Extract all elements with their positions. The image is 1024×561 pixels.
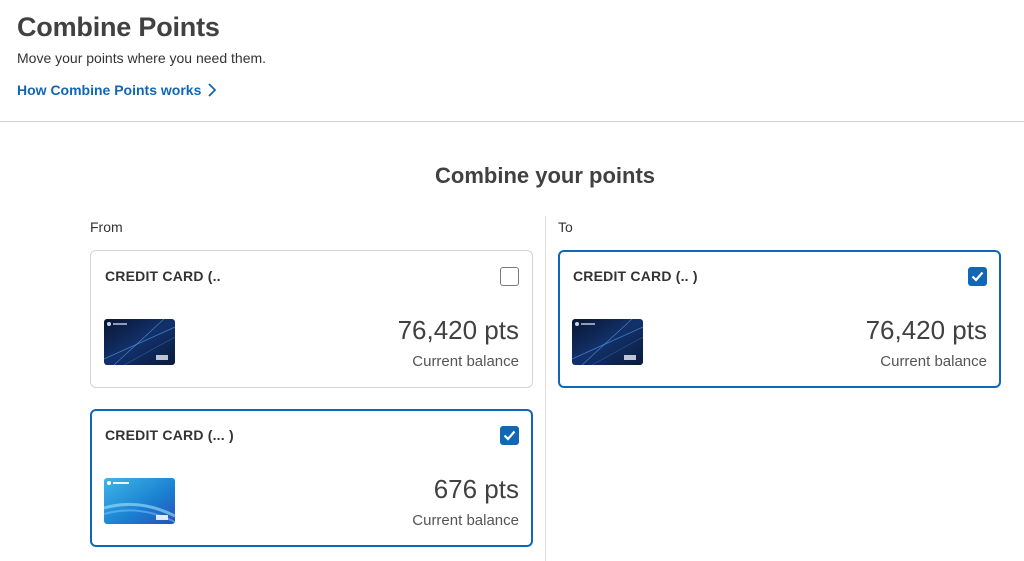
to-card-1[interactable]: CREDIT CARD (.. ) 76,420 pts Current bal… (558, 250, 1001, 388)
from-card-1[interactable]: CREDIT CARD (.. 76,420 pts Current balan… (90, 250, 533, 388)
card-name: CREDIT CARD (.. (105, 268, 221, 284)
checkmark-icon (971, 271, 984, 282)
card-checkbox[interactable] (500, 426, 519, 445)
blue-card-art-icon (104, 478, 175, 524)
column-divider (545, 216, 546, 561)
to-label: To (558, 219, 573, 235)
balance-label: Current balance (880, 353, 987, 370)
dark-card-art-icon (104, 319, 175, 365)
points-balance: 76,420 pts (865, 315, 987, 345)
page-header: Combine Points Move your points where yo… (0, 0, 1024, 122)
dark-card-art-icon (572, 319, 643, 365)
balance-label: Current balance (412, 512, 519, 529)
card-checkbox[interactable] (500, 267, 519, 286)
points-balance: 676 pts (433, 474, 519, 504)
page-subtitle: Move your points where you need them. (17, 50, 267, 66)
how-combine-points-works-link[interactable]: How Combine Points works (17, 82, 217, 98)
chevron-right-icon (208, 83, 217, 97)
from-card-2[interactable]: CREDIT CARD (... ) 676 pts Current balan… (90, 409, 533, 547)
card-name: CREDIT CARD (.. ) (573, 268, 698, 284)
card-checkbox[interactable] (968, 267, 987, 286)
help-link-label: How Combine Points works (17, 82, 202, 98)
card-name: CREDIT CARD (... ) (105, 427, 234, 443)
page-title: Combine Points (17, 12, 220, 42)
points-balance: 76,420 pts (397, 315, 519, 345)
balance-label: Current balance (412, 353, 519, 370)
checkmark-icon (503, 430, 516, 441)
from-label: From (90, 219, 123, 235)
section-title: Combine your points (435, 163, 655, 188)
